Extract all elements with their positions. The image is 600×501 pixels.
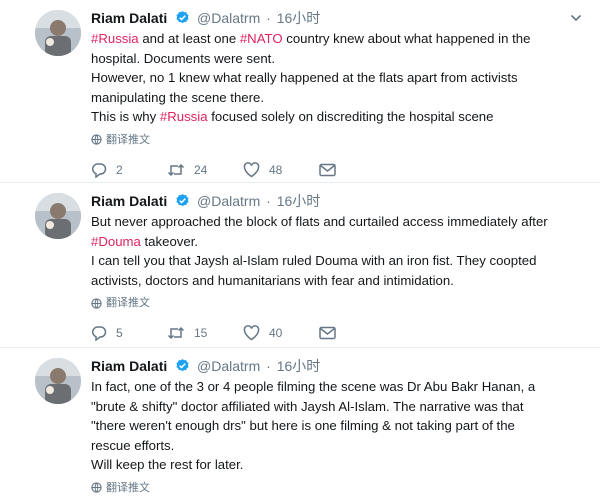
avatar-image	[35, 10, 81, 56]
globe-icon	[91, 482, 102, 493]
translate-tweet-link[interactable]: 翻译推文	[91, 296, 582, 310]
direct-message-button[interactable]	[319, 326, 395, 340]
reply-icon	[92, 326, 107, 341]
text-segment: focused solely on discrediting the hospi…	[207, 109, 494, 124]
tweet-text-line: But never approached the block of flats …	[91, 214, 548, 229]
globe-icon	[91, 297, 102, 309]
tweet-thread: Riam Dalati @Dalatrm · 16小时 #Russia and …	[0, 0, 600, 501]
tweet-text-line: This is why #Russia focused solely on di…	[91, 107, 582, 127]
retweet-count: 15	[194, 326, 208, 340]
reply-icon	[92, 162, 107, 178]
retweet-icon	[167, 326, 185, 340]
timestamp[interactable]: 16小时	[277, 358, 321, 374]
hashtag-link[interactable]: #Russia	[91, 31, 139, 46]
tweet-text-line: rescue efforts.	[91, 437, 175, 453]
retweet-icon	[167, 163, 185, 176]
author-handle[interactable]: @Dalatrm	[197, 10, 260, 26]
tweet-actions: 5 15 40	[91, 324, 582, 342]
tweet-text: In fact, one of the 3 or 4 people filmin…	[91, 377, 582, 475]
avatar[interactable]	[35, 193, 81, 239]
avatar[interactable]	[35, 10, 81, 56]
tweet-actions: 2 24 48	[91, 161, 582, 179]
hashtag-link[interactable]: #Douma	[91, 234, 141, 249]
text-segment: and at least one	[138, 31, 240, 46]
separator-dot: ·	[266, 10, 271, 26]
timestamp[interactable]: 16小时	[277, 193, 321, 209]
author-name[interactable]: Riam Dalati	[91, 193, 167, 209]
verified-badge-icon	[176, 10, 189, 24]
translate-label: 翻译推文	[106, 481, 150, 494]
tweet-text: But never approached the block of flats …	[91, 212, 582, 290]
tweet-text-line: However, no 1 knew what really happened …	[91, 70, 518, 85]
author-name[interactable]: Riam Dalati	[91, 358, 167, 374]
tweet[interactable]: Riam Dalati @Dalatrm · 16小时 #Russia and …	[0, 0, 600, 183]
envelope-icon	[319, 326, 336, 340]
tweet-text-line: #Douma takeover.	[91, 232, 582, 252]
tweet-text-line: #Russia and at least one #NATO country k…	[91, 29, 582, 49]
reply-count: 2	[116, 162, 123, 177]
verified-badge-icon	[176, 358, 189, 372]
chevron-down-icon[interactable]	[570, 12, 582, 24]
like-button[interactable]: 40	[243, 325, 319, 341]
tweet[interactable]: Riam Dalati @Dalatrm · 16小时 In fact, one…	[0, 348, 600, 501]
retweet-count: 24	[194, 162, 208, 177]
tweet-text-line: "there weren't enough drs" but here is o…	[91, 418, 515, 433]
heart-icon	[243, 325, 260, 341]
tweet-text-line: I can tell you that Jaysh al-Islam ruled…	[91, 253, 537, 268]
tweet-text-line: manipulating the scene there.	[91, 89, 265, 105]
separator-dot: ·	[266, 193, 271, 209]
heart-icon	[243, 161, 260, 177]
like-count: 40	[269, 326, 283, 340]
tweet-text-line: "brute & shifty" doctor affiliated with …	[91, 398, 524, 414]
author-handle[interactable]: @Dalatrm	[197, 358, 260, 374]
separator-dot: ·	[266, 358, 271, 374]
tweet-text-line: hospital. Documents were sent.	[91, 50, 275, 66]
like-button[interactable]: 48	[243, 161, 319, 178]
globe-icon	[91, 134, 102, 145]
tweet-text-line: In fact, one of the 3 or 4 people filmin…	[91, 379, 536, 394]
hashtag-link[interactable]: #NATO	[240, 31, 283, 46]
reply-count: 5	[116, 326, 123, 340]
avatar-image	[35, 358, 81, 404]
tweet-text-line: Will keep the rest for later.	[91, 457, 244, 472]
translate-tweet-link[interactable]: 翻译推文	[91, 481, 582, 495]
reply-button[interactable]: 2	[91, 162, 167, 178]
hashtag-link[interactable]: #Russia	[160, 109, 208, 124]
tweet-text-line: activists, doctors and humanitarians wit…	[91, 272, 454, 288]
translate-label: 翻译推文	[106, 297, 150, 309]
text-segment: This is why	[91, 109, 160, 124]
like-count: 48	[269, 162, 283, 177]
text-segment: country knew about what happened in the	[282, 31, 531, 46]
reply-button[interactable]: 5	[91, 325, 167, 341]
tweet-text: #Russia and at least one #NATO country k…	[91, 29, 582, 127]
translate-label: 翻译推文	[106, 133, 150, 146]
retweet-button[interactable]: 15	[167, 325, 243, 341]
author-handle[interactable]: @Dalatrm	[197, 193, 260, 209]
author-name[interactable]: Riam Dalati	[91, 10, 167, 26]
avatar-image	[35, 193, 81, 239]
envelope-icon	[319, 163, 336, 176]
avatar[interactable]	[35, 358, 81, 404]
verified-badge-icon	[176, 193, 189, 207]
timestamp[interactable]: 16小时	[277, 10, 321, 26]
direct-message-button[interactable]	[319, 163, 395, 177]
translate-tweet-link[interactable]: 翻译推文	[91, 133, 582, 147]
retweet-button[interactable]: 24	[167, 162, 243, 178]
text-segment: takeover.	[140, 233, 199, 249]
tweet[interactable]: Riam Dalati @Dalatrm · 16小时 But never ap…	[0, 183, 600, 348]
